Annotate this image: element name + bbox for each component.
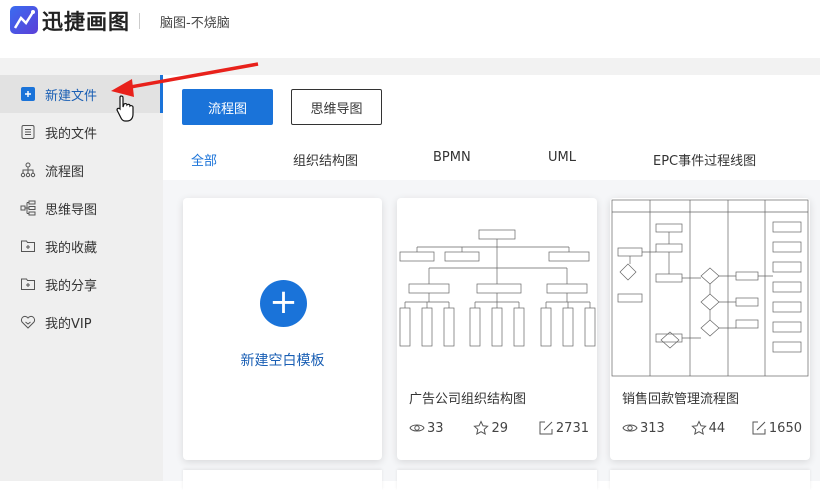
flowchart-thumbnail [611,199,809,377]
header-band [0,58,820,75]
sidebar-item-label: 思维导图 [45,202,98,218]
sidebar-item-shares[interactable]: 我的分享 [0,265,160,303]
views-count: 33 [427,420,444,436]
tab-epc[interactable]: EPC事件过程线图 [653,150,756,169]
template-card[interactable] [183,470,382,490]
new-file-icon [21,87,35,101]
flowchart-button[interactable]: 流程图 [182,89,273,125]
card-stats: 33 29 2731 [409,420,589,436]
sidebar-item-label: 我的文件 [45,126,98,142]
sidebar-item-flowchart[interactable]: 流程图 [0,151,160,189]
new-blank-label: 新建空白模板 [240,353,325,369]
sidebar: 新建文件 我的文件 流程图 思维导图 我的收藏 我的分享 我的VIP [0,75,163,481]
stars-stat[interactable]: 29 [473,420,508,436]
sidebar-item-label: 新建文件 [45,88,98,104]
main-area: 流程图 思维导图 全部 组织结构图 BPMN UML EPC事件过程线图 + 新… [163,75,820,490]
template-card[interactable]: 广告公司组织结构图 33 29 2731 [397,198,597,460]
header-divider [139,13,140,29]
new-blank-template-card[interactable]: + 新建空白模板 [183,198,382,460]
category-tabs: 全部 组织结构图 BPMN UML EPC事件过程线图 [163,150,820,174]
template-card[interactable] [610,470,810,490]
mindmap-icon [20,200,36,216]
file-list-icon [21,125,35,139]
mindmap-button[interactable]: 思维导图 [291,89,382,125]
edits-stat[interactable]: 1650 [751,420,802,436]
views-stat: 313 [622,420,665,436]
sidebar-item-mindmap[interactable]: 思维导图 [0,189,160,227]
sidebar-item-label: 我的分享 [45,278,98,294]
card-title: 广告公司组织结构图 [409,392,527,407]
template-grid: + 新建空白模板 广告公司组织结构图 33 29 2731 销售回款管理流程图 … [163,180,820,490]
sidebar-item-label: 流程图 [45,164,85,180]
folder-plus-icon [21,278,35,290]
edits-count: 2731 [555,420,589,436]
folder-plus-icon [21,240,35,252]
tab-uml[interactable]: UML [548,150,576,165]
stars-stat[interactable]: 44 [690,420,726,436]
sidebar-item-new-file[interactable]: 新建文件 [0,75,160,113]
edits-count: 1650 [768,420,802,436]
card-stats: 313 44 1650 [622,420,802,436]
eye-icon [409,424,425,432]
header-subtitle: 脑图-不烧脑 [160,16,230,31]
logo-icon[interactable] [10,6,38,34]
eye-icon [622,424,638,432]
sidebar-item-label: 我的VIP [45,316,92,332]
flowchart-icon [20,162,36,178]
sidebar-item-my-files[interactable]: 我的文件 [0,113,160,151]
edit-icon [752,421,766,435]
tab-bpmn[interactable]: BPMN [433,150,471,165]
tab-org-chart[interactable]: 组织结构图 [293,150,358,169]
card-title: 销售回款管理流程图 [622,392,740,407]
template-card[interactable]: 销售回款管理流程图 313 44 1650 [610,198,810,460]
plus-icon[interactable]: + [260,280,307,327]
sidebar-item-label: 我的收藏 [45,240,98,256]
header: 迅捷画图 脑图-不烧脑 [0,0,820,58]
star-icon [690,420,707,435]
stars-count: 44 [708,420,726,436]
tab-all[interactable]: 全部 [191,150,217,169]
views-stat: 33 [409,420,444,436]
vip-heart-icon [20,315,36,329]
stars-count: 29 [491,420,508,436]
star-icon [473,420,490,435]
template-card[interactable] [397,470,597,490]
views-count: 313 [640,420,665,436]
edit-icon [539,421,553,435]
sidebar-item-favorites[interactable]: 我的收藏 [0,227,160,265]
edits-stat[interactable]: 2731 [538,420,589,436]
sidebar-item-vip[interactable]: 我的VIP [0,303,160,341]
logo-text[interactable]: 迅捷画图 [42,6,130,36]
org-chart-thumbnail [399,229,596,347]
